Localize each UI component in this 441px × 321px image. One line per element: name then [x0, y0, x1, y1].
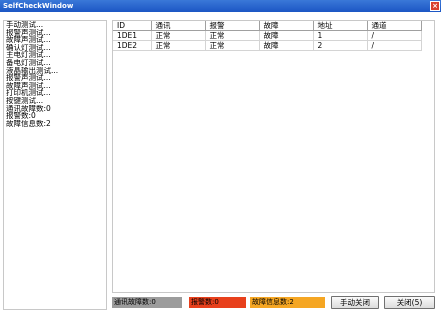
column-header-alarm[interactable]: 报警 — [205, 21, 260, 31]
list-item[interactable]: 故障信息数:2 — [4, 120, 106, 128]
column-header-comm[interactable]: 通讯 — [151, 21, 206, 31]
list-item[interactable]: 主电灯测试... — [4, 51, 106, 59]
list-item[interactable]: 故障声测试... — [4, 36, 106, 44]
bottom-status-bar: 通讯故障数:0 报警数:0 故障信息数:2 手动关闭 关闭(5) — [0, 296, 441, 312]
column-header-fault[interactable]: 故障 — [259, 21, 314, 31]
column-header-address[interactable]: 地址 — [313, 21, 368, 31]
cell-alarm: 正常 — [205, 30, 260, 41]
cell-id: 1DE2 — [113, 40, 152, 51]
table-row[interactable]: 1DE1 正常 正常 故障 1 / — [113, 30, 422, 41]
window-close-button[interactable]: × — [430, 1, 440, 11]
list-item[interactable]: 按键测试... — [4, 97, 106, 105]
list-item[interactable]: 打印机测试... — [4, 89, 106, 97]
close-icon: × — [432, 2, 438, 10]
list-item[interactable]: 液晶输出测试... — [4, 67, 106, 75]
device-table: ID 通讯 报警 故障 地址 通道 1DE1 正常 正常 故障 1 / 1DE2… — [113, 21, 422, 51]
cell-fault: 故障 — [259, 30, 314, 41]
alarm-count: 报警数:0 — [189, 297, 246, 308]
cell-alarm: 正常 — [205, 40, 260, 51]
device-table-area: ID 通讯 报警 故障 地址 通道 1DE1 正常 正常 故障 1 / 1DE2… — [112, 20, 435, 293]
cell-channel: / — [367, 40, 422, 51]
cell-fault: 故障 — [259, 40, 314, 51]
cell-address: 1 — [313, 30, 368, 41]
cell-channel: / — [367, 30, 422, 41]
list-item[interactable]: 备电灯测试... — [4, 59, 106, 67]
cell-comm: 正常 — [151, 40, 206, 51]
list-item[interactable]: 通讯故障数:0 — [4, 105, 106, 113]
cell-address: 2 — [313, 40, 368, 51]
list-item[interactable]: 手动测试... — [4, 21, 106, 29]
cell-id: 1DE1 — [113, 30, 152, 41]
list-item[interactable]: 报警声测试... — [4, 29, 106, 37]
list-item[interactable]: 故障声测试... — [4, 82, 106, 90]
title-bar: SelfCheckWindow × — [0, 0, 441, 12]
table-row[interactable]: 1DE2 正常 正常 故障 2 / — [113, 40, 422, 51]
manual-close-button[interactable]: 手动关闭 — [331, 296, 379, 309]
list-item[interactable]: 报警声测试... — [4, 74, 106, 82]
window-title: SelfCheckWindow — [3, 2, 74, 10]
comm-fault-count: 通讯故障数:0 — [112, 297, 182, 308]
table-header-row: ID 通讯 报警 故障 地址 通道 — [113, 21, 422, 31]
column-header-id[interactable]: ID — [113, 21, 152, 31]
fault-info-count: 故障信息数:2 — [250, 297, 325, 308]
list-item[interactable]: 确认灯测试... — [4, 44, 106, 52]
self-check-window: SelfCheckWindow × 手动测试... 报警声测试... 故障声测试… — [0, 0, 441, 321]
column-header-channel[interactable]: 通道 — [367, 21, 422, 31]
list-item[interactable]: 报警数:0 — [4, 112, 106, 120]
cell-comm: 正常 — [151, 30, 206, 41]
close-button[interactable]: 关闭(5) — [384, 296, 435, 309]
self-check-item-list: 手动测试... 报警声测试... 故障声测试... 确认灯测试... 主电灯测试… — [3, 20, 107, 310]
